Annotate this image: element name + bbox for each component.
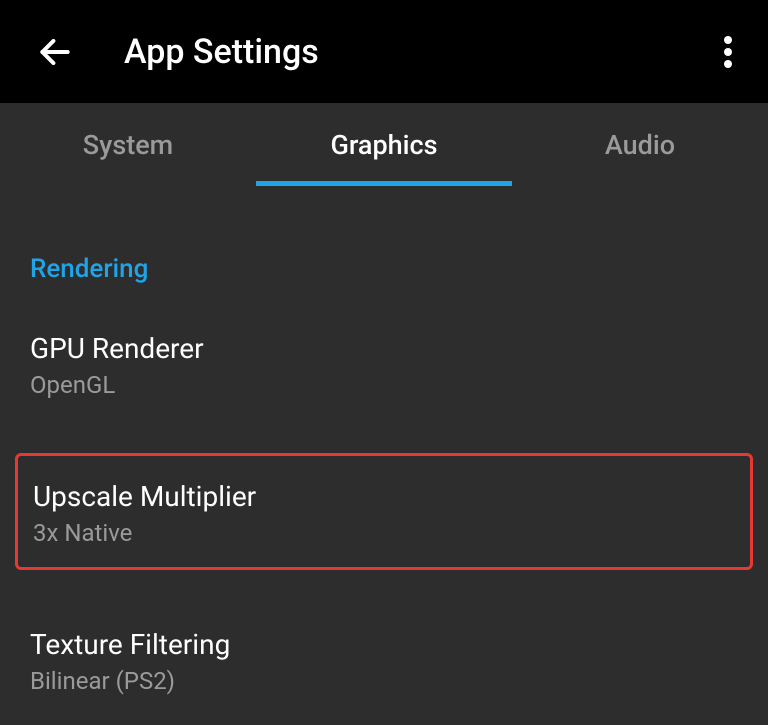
more-menu-button[interactable] [716, 28, 740, 76]
more-vert-icon [724, 36, 732, 68]
back-button[interactable] [36, 33, 74, 71]
section-header-rendering: Rendering [0, 186, 768, 304]
setting-title: Upscale Multiplier [33, 480, 735, 513]
arrow-back-icon [36, 33, 74, 71]
tab-audio[interactable]: Audio [512, 103, 768, 186]
tab-system[interactable]: System [0, 103, 256, 186]
setting-value: 3x Native [33, 519, 735, 547]
setting-title: GPU Renderer [30, 332, 738, 365]
tab-graphics[interactable]: Graphics [256, 103, 512, 186]
app-header: App Settings [0, 0, 768, 103]
setting-title: Texture Filtering [30, 628, 738, 661]
setting-texture-filtering[interactable]: Texture Filtering Bilinear (PS2) [0, 600, 768, 719]
settings-content: Rendering GPU Renderer OpenGL Upscale Mu… [0, 186, 768, 719]
tabs-bar: System Graphics Audio [0, 103, 768, 186]
setting-upscale-multiplier[interactable]: Upscale Multiplier 3x Native [15, 453, 753, 570]
setting-gpu-renderer[interactable]: GPU Renderer OpenGL [0, 304, 768, 423]
setting-value: Bilinear (PS2) [30, 667, 738, 695]
setting-value: OpenGL [30, 371, 738, 399]
page-title: App Settings [124, 32, 716, 72]
